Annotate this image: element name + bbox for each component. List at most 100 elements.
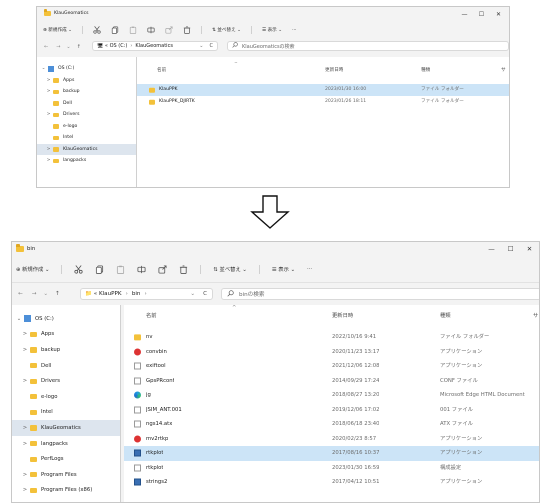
expand-chevron-icon[interactable]: > (44, 158, 53, 163)
address-dropdown-icon[interactable]: ⌄ (199, 43, 203, 49)
up-arrow-icon[interactable]: ↑ (55, 291, 60, 297)
sidebar-item[interactable]: e-logo (12, 389, 120, 405)
sidebar-item[interactable]: > KlauGeomatics (37, 143, 136, 155)
up-arrow-icon[interactable]: ↑ (77, 44, 81, 50)
file-row[interactable]: rtkplot 2023/01/30 16:59 構成設定 (124, 461, 539, 476)
sort-button[interactable]: ⇅ 並べ替え ⌄ (212, 27, 241, 33)
scissors-icon[interactable] (93, 26, 101, 34)
sidebar-item[interactable]: > Program Files (x86) (12, 483, 120, 499)
expand-chevron-icon[interactable]: > (20, 472, 30, 478)
close-button[interactable]: ✕ (490, 7, 507, 22)
expand-chevron-icon[interactable]: > (20, 331, 30, 337)
address-bar[interactable]: 🖥 « OS (C:) › KlauGeomatics ⌄ C (92, 41, 218, 51)
file-row[interactable]: strings2 2017/04/12 10:51 アプリケーション (124, 475, 539, 490)
new-button[interactable]: ⊕ 新規作成 ⌄ (43, 27, 72, 33)
column-header-size[interactable]: サ (533, 311, 538, 319)
file-row[interactable]: ngs14.atx 2018/06/18 23:40 ATX ファイル (124, 417, 539, 432)
expand-chevron-icon[interactable]: > (44, 147, 53, 152)
sidebar-item[interactable]: PerfLogs (12, 451, 120, 467)
expand-chevron-icon[interactable]: > (44, 78, 53, 83)
column-header-type[interactable]: 種類 (421, 67, 430, 73)
expand-chevron-icon[interactable]: > (20, 487, 30, 493)
file-row[interactable]: KlauPPK_DJIRTK 2023/01/26 18:11 ファイル フォルダー (137, 96, 509, 108)
file-row[interactable]: nv 2022/10/16 9:41 ファイル フォルダー (124, 330, 539, 345)
delete-icon[interactable] (183, 26, 191, 34)
sidebar-item[interactable]: Intel (12, 405, 120, 421)
close-button[interactable]: ✕ (520, 242, 539, 257)
sidebar-item[interactable]: > Drivers (12, 373, 120, 389)
expand-chevron-icon[interactable]: > (20, 425, 30, 431)
minimize-button[interactable]: — (482, 242, 501, 257)
file-row[interactable]: JSIM_ANT.001 2019/12/06 17:02 001 ファイル (124, 403, 539, 418)
view-button[interactable]: ☰ 表示 ⌄ (272, 265, 295, 273)
column-header-size[interactable]: サ (501, 67, 506, 73)
sidebar-item[interactable]: Intel (37, 132, 136, 144)
sidebar-item[interactable]: Dell (37, 98, 136, 110)
sidebar-item[interactable]: > Apps (37, 75, 136, 87)
title-bar[interactable]: bin — ☐ ✕ (12, 242, 539, 257)
paste-icon[interactable] (116, 265, 125, 274)
sidebar-item[interactable]: ⌄ OS (C:) (12, 311, 120, 327)
expand-chevron-icon[interactable]: > (20, 378, 30, 384)
file-row[interactable]: rtkplot 2017/08/16 10:37 アプリケーション (124, 446, 539, 461)
address-dropdown-icon[interactable]: ⌄ (190, 291, 195, 297)
sidebar-item[interactable]: > langpacks (12, 436, 120, 452)
title-bar[interactable]: KlauGeomatics — ☐ ✕ (37, 7, 509, 22)
expand-chevron-icon[interactable]: ⌄ (14, 316, 24, 322)
sort-button[interactable]: ⇅ 並べ替え ⌄ (213, 265, 246, 273)
search-input[interactable]: binの検索 (221, 288, 539, 300)
refresh-icon[interactable]: C (210, 43, 214, 49)
more-button[interactable]: ··· (292, 28, 296, 33)
share-icon[interactable] (158, 264, 167, 274)
sidebar-item[interactable]: ⌄ OS (C:) (37, 63, 136, 75)
breadcrumb-current[interactable]: KlauGeomatics (135, 43, 173, 49)
expand-chevron-icon[interactable]: > (20, 441, 30, 447)
column-header-name[interactable]: 名前 (157, 67, 166, 73)
recent-chevron-icon[interactable]: ⌄ (43, 291, 48, 297)
sidebar-item[interactable]: > backup (12, 342, 120, 358)
expand-chevron-icon[interactable]: > (20, 347, 30, 353)
share-icon[interactable] (165, 26, 173, 34)
forward-arrow-icon[interactable]: → (32, 291, 37, 297)
file-row[interactable]: GpsPRconf 2014/09/29 17:24 CONF ファイル (124, 374, 539, 389)
expand-chevron-icon[interactable]: > (44, 89, 53, 94)
more-button[interactable]: ··· (307, 266, 312, 272)
maximize-button[interactable]: ☐ (501, 242, 520, 257)
breadcrumb-current[interactable]: bin (132, 291, 141, 297)
paste-icon[interactable] (129, 26, 137, 34)
column-header-type[interactable]: 種類 (440, 311, 451, 319)
search-input[interactable]: KlauGeomaticsの検索 (227, 41, 509, 51)
sidebar-item[interactable]: Dell (12, 358, 120, 374)
file-row[interactable]: mv2rtkp 2020/02/23 8:57 アプリケーション (124, 432, 539, 447)
new-button[interactable]: ⊕ 新規作成 ⌄ (16, 265, 49, 273)
rename-icon[interactable] (147, 26, 155, 34)
column-header-date[interactable]: 更新日時 (332, 311, 353, 319)
sidebar-item[interactable]: > Program Files (12, 467, 120, 483)
breadcrumb-root[interactable]: 📁 « KlauPPK (85, 291, 122, 297)
minimize-button[interactable]: — (456, 7, 473, 22)
scissors-icon[interactable] (74, 264, 84, 274)
pane-divider[interactable] (120, 305, 121, 502)
sidebar-item[interactable]: >Windows (12, 498, 120, 502)
sidebar-item[interactable]: > backup (37, 86, 136, 98)
file-row[interactable]: KlauPPK 2023/01/30 16:00 ファイル フォルダー (137, 84, 509, 96)
delete-icon[interactable] (179, 264, 188, 274)
recent-chevron-icon[interactable]: ⌄ (66, 44, 70, 50)
file-row[interactable]: convbin 2020/11/23 13:17 アプリケーション (124, 345, 539, 360)
sidebar-item[interactable]: > KlauGeomatics (12, 420, 120, 436)
forward-arrow-icon[interactable]: → (56, 44, 60, 50)
copy-icon[interactable] (111, 26, 119, 34)
sidebar-item[interactable]: > langpacks (37, 155, 136, 167)
sidebar-item[interactable]: > Apps (12, 327, 120, 343)
copy-icon[interactable] (95, 264, 104, 274)
back-arrow-icon[interactable]: ← (18, 291, 23, 297)
sidebar-item[interactable]: > Drivers (37, 109, 136, 121)
file-row[interactable]: exiftool 2021/12/06 12:08 アプリケーション (124, 359, 539, 374)
file-row[interactable]: jg 2018/08/27 13:20 Microsoft Edge HTML Do… (124, 388, 539, 403)
view-button[interactable]: ☰ 表示 ⌄ (262, 27, 282, 33)
sidebar-item[interactable]: e-logo (37, 121, 136, 133)
expand-chevron-icon[interactable]: ⌄ (39, 66, 48, 71)
address-bar[interactable]: 📁 « KlauPPK › bin › ⌄ C (80, 288, 213, 300)
column-header-date[interactable]: 更新日時 (325, 67, 343, 73)
rename-icon[interactable] (137, 265, 146, 274)
